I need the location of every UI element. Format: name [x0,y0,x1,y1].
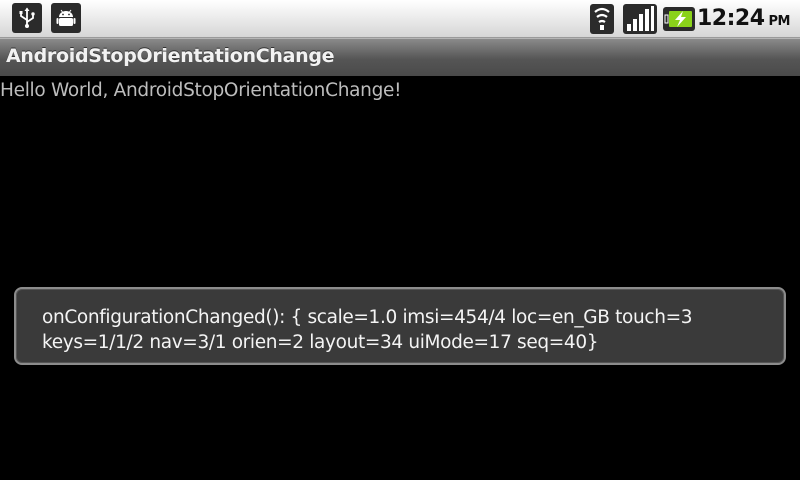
toast-line-2: keys=1/1/2 nav=3/1 orien=2 layout=34 uiM… [42,332,599,353]
clock-ampm: PM [768,14,791,29]
status-clock: 12:24 PM [697,6,791,32]
wifi-icon [588,0,616,38]
toast-line-1: onConfigurationChanged(): { scale=1.0 im… [42,307,693,328]
clock-time: 12:24 [697,6,765,31]
battery-charging-icon [662,0,696,38]
toast-text: onConfigurationChanged(): { scale=1.0 im… [42,305,782,355]
app-title-bar: AndroidStopOrientationChange [0,38,800,76]
android-debug-icon[interactable] [51,3,81,33]
app-title: AndroidStopOrientationChange [6,45,335,67]
hello-text: Hello World, AndroidStopOrientationChang… [0,80,402,101]
signal-icon [622,0,658,38]
usb-icon[interactable] [12,3,42,33]
status-bar: 12:24 PM [0,0,800,38]
toast-message: onConfigurationChanged(): { scale=1.0 im… [14,287,786,365]
